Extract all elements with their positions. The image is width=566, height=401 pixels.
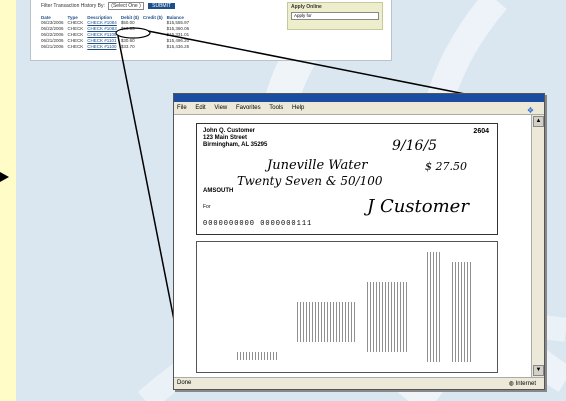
memo-label: For: [203, 204, 211, 210]
endorsement-stamp: [237, 352, 277, 360]
menu-favorites[interactable]: Favorites: [236, 105, 261, 111]
menu-file[interactable]: File: [177, 105, 187, 111]
payer-address: John Q. Customer 123 Main Street Birming…: [203, 128, 267, 149]
filter-row: Filter Transaction History By: (Select O…: [41, 2, 176, 10]
arrow-pointer-icon: [0, 172, 9, 182]
status-done: Done: [177, 380, 192, 386]
filter-select[interactable]: (Select One ): [108, 2, 144, 10]
transaction-panel: Filter Transaction History By: (Select O…: [30, 0, 392, 61]
cell-balance: $15,436.25: [166, 44, 190, 49]
status-zone: ◍ Internet: [509, 380, 536, 387]
status-zone-label: Internet: [515, 381, 536, 387]
vertical-scrollbar[interactable]: ▲ ▼: [531, 115, 544, 377]
filter-label: Filter Transaction History By:: [41, 3, 105, 9]
apply-online-box: Apply Online Apply for: [287, 2, 383, 30]
payer-name: John Q. Customer: [203, 128, 256, 134]
transaction-table: Date Type Description Debit ($) Credit (…: [41, 15, 193, 50]
payer-city: Birmingham, AL 35295: [203, 142, 268, 148]
bank-name: AMSOUTH: [203, 188, 234, 194]
browser-titlebar: [174, 94, 544, 102]
check-payee: Juneville Water: [267, 158, 368, 173]
scroll-up-icon[interactable]: ▲: [533, 116, 544, 127]
browser-menubar: File Edit View Favorites Tools Help ❖: [174, 102, 544, 115]
submit-button[interactable]: SUBMIT: [148, 3, 176, 9]
menu-help[interactable]: Help: [292, 105, 304, 111]
check-link[interactable]: CHECK #1100: [87, 44, 121, 50]
micr-line: 0000000000 0000000111: [203, 220, 313, 228]
apply-online-title: Apply Online: [291, 4, 322, 10]
check-amount: $ 27.50: [425, 160, 467, 173]
check-date: 9/16/5: [392, 138, 438, 154]
cell-debit: $33.70: [120, 44, 135, 49]
endorsement-stamp: [452, 262, 472, 362]
left-strip: [0, 0, 16, 401]
scroll-down-icon[interactable]: ▼: [533, 365, 544, 376]
check-number: 2604: [473, 128, 489, 135]
endorsement-stamp: [297, 302, 357, 342]
signature: J Customer: [367, 196, 469, 217]
check-amount-words: Twenty Seven & 50/100: [237, 174, 383, 188]
browser-statusbar: Done ◍ Internet: [174, 377, 544, 389]
endorsement-stamp: [367, 282, 407, 352]
internet-globe-icon: ◍: [508, 381, 516, 387]
apply-select[interactable]: Apply for: [291, 12, 379, 20]
menu-view[interactable]: View: [214, 105, 227, 111]
check-back: [196, 241, 498, 373]
cell-date: 06/21/2006: [41, 44, 64, 49]
windows-logo-icon: ❖: [526, 106, 534, 115]
menu-tools[interactable]: Tools: [269, 105, 283, 111]
table-row: 06/21/2006 CHECK CHECK #1100 $33.70 $15,…: [41, 44, 193, 50]
check-front: John Q. Customer 123 Main Street Birming…: [196, 123, 498, 235]
check-image-view: John Q. Customer 123 Main Street Birming…: [174, 115, 532, 377]
cell-type: CHECK: [67, 44, 84, 49]
payer-street: 123 Main Street: [203, 135, 248, 141]
menu-edit[interactable]: Edit: [195, 105, 205, 111]
endorsement-stamp: [427, 252, 441, 362]
browser-window: File Edit View Favorites Tools Help ❖ Jo…: [173, 93, 545, 390]
cell-credit: [143, 44, 167, 50]
